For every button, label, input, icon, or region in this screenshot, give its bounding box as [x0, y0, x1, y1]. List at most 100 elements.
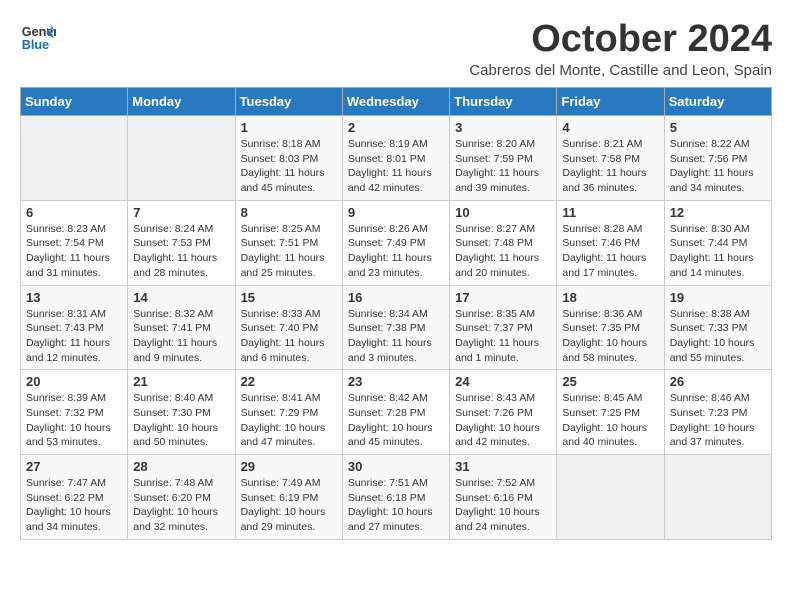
calendar-cell: 29 Sunrise: 7:49 AM Sunset: 6:19 PM Dayli…	[235, 455, 342, 540]
day-number: 28	[133, 459, 229, 474]
logo-icon: General Blue	[20, 20, 56, 56]
calendar-cell	[664, 455, 771, 540]
calendar-cell: 10Sunrise: 8:27 AM Sunset: 7:48 PM Dayli…	[450, 200, 557, 285]
day-number: 30	[348, 459, 444, 474]
week-row-5: 27Sunrise: 7:47 AM Sunset: 6:22 PM Dayli…	[21, 455, 772, 540]
day-info: Sunrise: 8:28 AM Sunset: 7:46 PM Dayligh…	[562, 222, 658, 281]
calendar-cell: 2Sunrise: 8:19 AM Sunset: 8:01 PM Daylig…	[342, 116, 449, 201]
day-number: 29	[241, 459, 337, 474]
calendar-table: SundayMondayTuesdayWednesdayThursdayFrid…	[20, 87, 772, 540]
day-info: Sunrise: 8:22 AM Sunset: 7:56 PM Dayligh…	[670, 137, 766, 196]
day-number: 4	[562, 120, 658, 135]
day-info: Sunrise: 8:18 AM Sunset: 8:03 PM Dayligh…	[241, 137, 337, 196]
day-number: 3	[455, 120, 551, 135]
calendar-cell: 31 Sunrise: 7:52 AM Sunset: 6:16 PM Dayli…	[450, 455, 557, 540]
calendar-cell: 30 Sunrise: 7:51 AM Sunset: 6:18 PM Dayli…	[342, 455, 449, 540]
day-number: 13	[26, 290, 122, 305]
calendar-cell: 15 Sunrise: 8:33 AM Sunset: 7:40 PM Dayli…	[235, 285, 342, 370]
day-number: 21	[133, 374, 229, 389]
day-info: Sunrise: 8:33 AM Sunset: 7:40 PM Dayligh…	[241, 307, 337, 366]
day-header-monday: Monday	[128, 88, 235, 116]
day-number: 31	[455, 459, 551, 474]
day-number: 14	[133, 290, 229, 305]
calendar-cell: 11 Sunrise: 8:28 AM Sunset: 7:46 PM Dayli…	[557, 200, 664, 285]
calendar-cell: 28 Sunrise: 7:48 AM Sunset: 6:20 PM Dayli…	[128, 455, 235, 540]
day-header-wednesday: Wednesday	[342, 88, 449, 116]
day-number: 16	[348, 290, 444, 305]
day-number: 26	[670, 374, 766, 389]
day-number: 5	[670, 120, 766, 135]
calendar-cell: 20 Sunrise: 8:39 AM Sunset: 7:32 PM Dayli…	[21, 370, 128, 455]
day-header-friday: Friday	[557, 88, 664, 116]
week-row-4: 20 Sunrise: 8:39 AM Sunset: 7:32 PM Dayli…	[21, 370, 772, 455]
day-number: 9	[348, 205, 444, 220]
calendar-cell: 9Sunrise: 8:26 AM Sunset: 7:49 PM Daylig…	[342, 200, 449, 285]
day-info: Sunrise: 7:48 AM Sunset: 6:20 PM Dayligh…	[133, 476, 229, 535]
day-header-saturday: Saturday	[664, 88, 771, 116]
day-info: Sunrise: 8:46 AM Sunset: 7:23 PM Dayligh…	[670, 391, 766, 450]
day-info: Sunrise: 8:31 AM Sunset: 7:43 PM Dayligh…	[26, 307, 122, 366]
calendar-cell: 8Sunrise: 8:25 AM Sunset: 7:51 PM Daylig…	[235, 200, 342, 285]
calendar-cell: 16 Sunrise: 8:34 AM Sunset: 7:38 PM Dayli…	[342, 285, 449, 370]
day-info: Sunrise: 8:23 AM Sunset: 7:54 PM Dayligh…	[26, 222, 122, 281]
day-number: 7	[133, 205, 229, 220]
day-number: 22	[241, 374, 337, 389]
page-header: General Blue October 2024 Cabreros del M…	[20, 20, 772, 79]
calendar-cell: 21 Sunrise: 8:40 AM Sunset: 7:30 PM Dayli…	[128, 370, 235, 455]
week-row-2: 6 Sunrise: 8:23 AM Sunset: 7:54 PM Daylig…	[21, 200, 772, 285]
day-number: 15	[241, 290, 337, 305]
day-info: Sunrise: 8:36 AM Sunset: 7:35 PM Dayligh…	[562, 307, 658, 366]
calendar-cell: 26 Sunrise: 8:46 AM Sunset: 7:23 PM Dayli…	[664, 370, 771, 455]
day-info: Sunrise: 8:39 AM Sunset: 7:32 PM Dayligh…	[26, 391, 122, 450]
calendar-cell: 6 Sunrise: 8:23 AM Sunset: 7:54 PM Daylig…	[21, 200, 128, 285]
day-info: Sunrise: 8:20 AM Sunset: 7:59 PM Dayligh…	[455, 137, 551, 196]
day-info: Sunrise: 8:30 AM Sunset: 7:44 PM Dayligh…	[670, 222, 766, 281]
calendar-cell	[128, 116, 235, 201]
day-info: Sunrise: 8:19 AM Sunset: 8:01 PM Dayligh…	[348, 137, 444, 196]
calendar-cell: 14Sunrise: 8:32 AM Sunset: 7:41 PM Dayli…	[128, 285, 235, 370]
calendar-cell: 1 Sunrise: 8:18 AM Sunset: 8:03 PM Daylig…	[235, 116, 342, 201]
calendar-cell: 5 Sunrise: 8:22 AM Sunset: 7:56 PM Daylig…	[664, 116, 771, 201]
day-info: Sunrise: 8:38 AM Sunset: 7:33 PM Dayligh…	[670, 307, 766, 366]
day-info: Sunrise: 7:51 AM Sunset: 6:18 PM Dayligh…	[348, 476, 444, 535]
day-info: Sunrise: 7:49 AM Sunset: 6:19 PM Dayligh…	[241, 476, 337, 535]
day-info: Sunrise: 8:41 AM Sunset: 7:29 PM Dayligh…	[241, 391, 337, 450]
day-number: 25	[562, 374, 658, 389]
calendar-cell	[21, 116, 128, 201]
day-number: 6	[26, 205, 122, 220]
day-info: Sunrise: 8:35 AM Sunset: 7:37 PM Dayligh…	[455, 307, 551, 366]
day-info: Sunrise: 8:24 AM Sunset: 7:53 PM Dayligh…	[133, 222, 229, 281]
day-info: Sunrise: 8:25 AM Sunset: 7:51 PM Dayligh…	[241, 222, 337, 281]
day-header-sunday: Sunday	[21, 88, 128, 116]
day-info: Sunrise: 8:34 AM Sunset: 7:38 PM Dayligh…	[348, 307, 444, 366]
calendar-cell: 18 Sunrise: 8:36 AM Sunset: 7:35 PM Dayli…	[557, 285, 664, 370]
day-info: Sunrise: 7:52 AM Sunset: 6:16 PM Dayligh…	[455, 476, 551, 535]
svg-text:Blue: Blue	[22, 38, 49, 52]
day-info: Sunrise: 8:45 AM Sunset: 7:25 PM Dayligh…	[562, 391, 658, 450]
day-number: 18	[562, 290, 658, 305]
calendar-cell: 25 Sunrise: 8:45 AM Sunset: 7:25 PM Dayli…	[557, 370, 664, 455]
day-number: 10	[455, 205, 551, 220]
week-row-3: 13 Sunrise: 8:31 AM Sunset: 7:43 PM Dayli…	[21, 285, 772, 370]
calendar-cell: 7 Sunrise: 8:24 AM Sunset: 7:53 PM Daylig…	[128, 200, 235, 285]
calendar-cell: 17Sunrise: 8:35 AM Sunset: 7:37 PM Dayli…	[450, 285, 557, 370]
calendar-cell: 23Sunrise: 8:42 AM Sunset: 7:28 PM Dayli…	[342, 370, 449, 455]
day-number: 11	[562, 205, 658, 220]
calendar-cell: 12 Sunrise: 8:30 AM Sunset: 7:44 PM Dayli…	[664, 200, 771, 285]
day-number: 20	[26, 374, 122, 389]
day-number: 12	[670, 205, 766, 220]
calendar-cell: 4Sunrise: 8:21 AM Sunset: 7:58 PM Daylig…	[557, 116, 664, 201]
calendar-cell: 22 Sunrise: 8:41 AM Sunset: 7:29 PM Dayli…	[235, 370, 342, 455]
calendar-cell: 3 Sunrise: 8:20 AM Sunset: 7:59 PM Daylig…	[450, 116, 557, 201]
title-block: October 2024 Cabreros del Monte, Castill…	[469, 20, 772, 79]
day-number: 19	[670, 290, 766, 305]
calendar-cell	[557, 455, 664, 540]
logo: General Blue	[20, 20, 60, 56]
month-title: October 2024	[469, 20, 772, 58]
day-header-thursday: Thursday	[450, 88, 557, 116]
day-info: Sunrise: 8:40 AM Sunset: 7:30 PM Dayligh…	[133, 391, 229, 450]
day-info: Sunrise: 7:47 AM Sunset: 6:22 PM Dayligh…	[26, 476, 122, 535]
day-number: 23	[348, 374, 444, 389]
day-number: 1	[241, 120, 337, 135]
calendar-header-row: SundayMondayTuesdayWednesdayThursdayFrid…	[21, 88, 772, 116]
